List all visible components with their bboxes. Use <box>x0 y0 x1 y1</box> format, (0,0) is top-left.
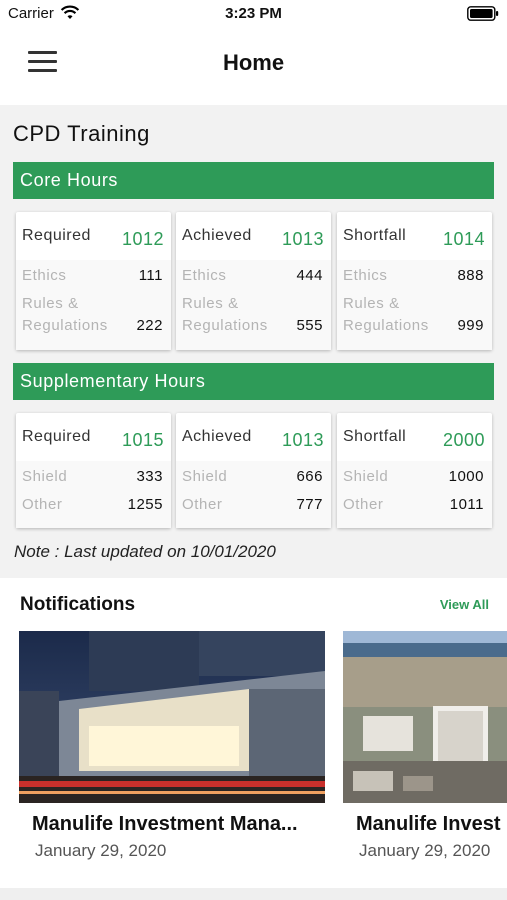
row-label-rules: Rules & <box>343 295 400 312</box>
notification-date: January 29, 2020 <box>359 841 491 860</box>
row-label-shield: Shield <box>182 468 228 485</box>
supplementary-required-card[interactable]: Required 1015 Shield 333 Other 1255 <box>16 413 171 528</box>
row-label-ethics: Ethics <box>182 267 227 284</box>
notification-date: January 29, 2020 <box>35 841 167 860</box>
row-label-regulations: Regulations <box>22 317 108 334</box>
last-updated-note: Note : Last updated on 10/01/2020 <box>14 542 276 561</box>
row-value-other: 1011 <box>449 496 484 513</box>
view-all-link[interactable]: View All <box>440 597 489 612</box>
battery-icon <box>467 6 499 21</box>
notifications-title: Notifications <box>20 594 136 615</box>
card-total: 1013 <box>281 430 324 450</box>
card-total: 1013 <box>281 229 324 249</box>
row-value-ethics: 444 <box>296 267 323 284</box>
supplementary-shortfall-card[interactable]: Shortfall 2000 Shield 1000 Other 1011 <box>337 413 492 528</box>
row-value-rules-regulations: 999 <box>457 317 484 334</box>
status-time: 3:23 PM <box>225 5 282 22</box>
row-label-rules: Rules & <box>182 295 239 312</box>
row-value-rules-regulations: 222 <box>136 317 163 334</box>
supplementary-hours-header: Supplementary Hours <box>13 363 494 400</box>
row-label-ethics: Ethics <box>22 267 67 284</box>
card-label: Shortfall <box>343 227 407 244</box>
core-hours-header: Core Hours <box>13 162 494 199</box>
notification-card[interactable]: Manulife Investment Mana... January 29, … <box>19 631 325 871</box>
card-total: 1015 <box>121 430 164 450</box>
card-label: Required <box>22 227 91 244</box>
card-total: 1012 <box>121 229 164 249</box>
row-value-other: 1255 <box>127 496 163 513</box>
core-achieved-card[interactable]: Achieved 1013 Ethics 444 Rules & Regulat… <box>176 212 331 350</box>
card-label: Achieved <box>182 428 252 445</box>
row-value-other: 777 <box>296 496 323 513</box>
row-value-ethics: 888 <box>457 267 484 284</box>
cpd-training-section: CPD Training Core Hours Required 1012 Et… <box>0 105 507 578</box>
row-label-regulations: Regulations <box>343 317 429 334</box>
core-required-card[interactable]: Required 1012 Ethics 111 Rules & Regulat… <box>16 212 171 350</box>
row-label-other: Other <box>182 496 223 513</box>
row-value-rules-regulations: 555 <box>296 317 323 334</box>
supplementary-achieved-card[interactable]: Achieved 1013 Shield 666 Other 777 <box>176 413 331 528</box>
card-label: Shortfall <box>343 428 407 445</box>
notification-image-aerial-city <box>343 631 507 803</box>
row-label-rules: Rules & <box>22 295 79 312</box>
row-label-other: Other <box>343 496 384 513</box>
row-label-shield: Shield <box>343 468 389 485</box>
notification-headline: Manulife Investment Mana... <box>32 813 298 835</box>
card-label: Achieved <box>182 227 252 244</box>
notification-headline: Manulife Invest <box>356 813 501 835</box>
row-value-shield: 333 <box>136 468 163 485</box>
cpd-training-title: CPD Training <box>13 121 150 146</box>
status-bar: Carrier 3:23 PM <box>0 0 507 28</box>
bottom-divider <box>0 888 507 900</box>
notification-image-building-night <box>19 631 325 803</box>
notification-card[interactable]: Manulife Invest January 29, 2020 <box>343 631 507 871</box>
row-label-shield: Shield <box>22 468 68 485</box>
row-label-other: Other <box>22 496 63 513</box>
row-value-shield: 1000 <box>448 468 484 485</box>
core-shortfall-card[interactable]: Shortfall 1014 Ethics 888 Rules & Regula… <box>337 212 492 350</box>
card-total: 1014 <box>442 229 485 249</box>
nav-bar: Home <box>0 28 507 100</box>
card-total: 2000 <box>442 430 485 450</box>
page-title: Home <box>222 50 285 75</box>
row-value-shield: 666 <box>296 468 323 485</box>
row-value-ethics: 111 <box>138 267 163 284</box>
row-label-ethics: Ethics <box>343 267 388 284</box>
card-label: Required <box>22 428 91 445</box>
row-label-regulations: Regulations <box>182 317 268 334</box>
